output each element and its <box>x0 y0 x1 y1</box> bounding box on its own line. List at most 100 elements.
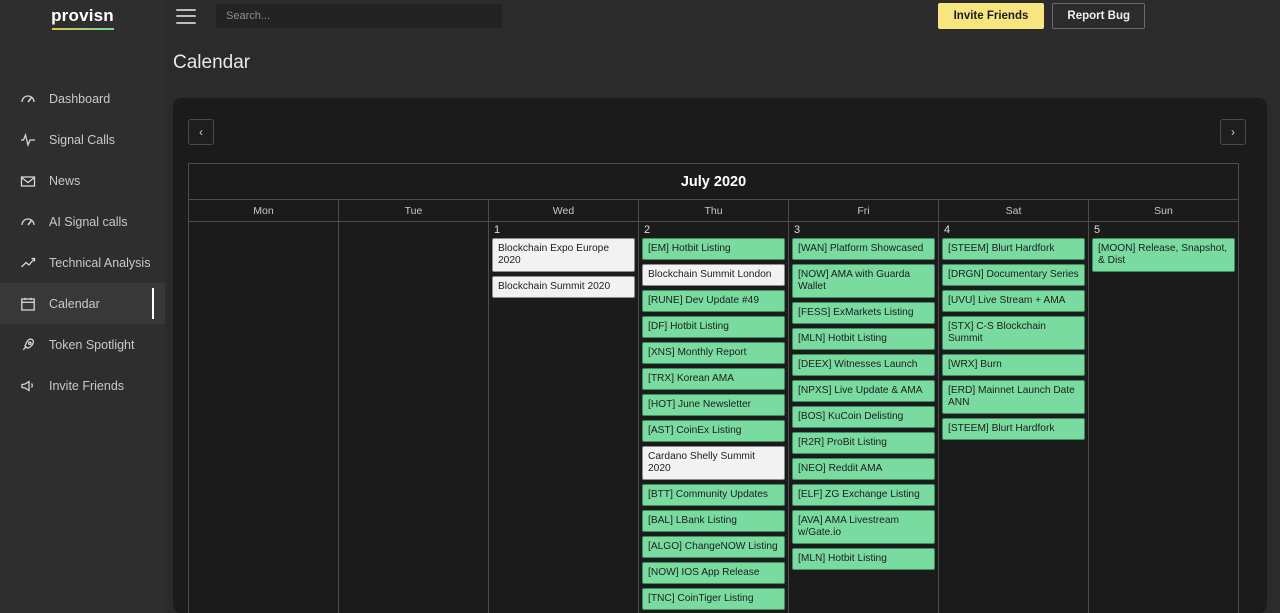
sidebar-item-technical-analysis[interactable]: Technical Analysis <box>0 242 165 283</box>
calendar-event[interactable]: [NOW] AMA with Guarda Wallet <box>792 264 935 298</box>
calendar-event[interactable]: [DRGN] Documentary Series <box>942 264 1085 286</box>
calendar-day-headers: Mon Tue Wed Thu Fri Sat Sun <box>189 200 1238 222</box>
sidebar-item-token-spotlight[interactable]: Token Spotlight <box>0 324 165 365</box>
sidebar-item-invite-friends[interactable]: Invite Friends <box>0 365 165 406</box>
megaphone-icon <box>20 378 36 394</box>
day-header-fri: Fri <box>789 200 939 221</box>
calendar-event[interactable]: [BTT] Community Updates <box>642 484 785 506</box>
calendar-event[interactable]: [UVU] Live Stream + AMA <box>942 290 1085 312</box>
invite-friends-button[interactable]: Invite Friends <box>937 3 1045 29</box>
calendar-event[interactable]: [BAL] LBank Listing <box>642 510 785 532</box>
calendar-day-cell[interactable]: 5 [MOON] Release, Snapshot, & Dist <box>1089 222 1238 613</box>
chart-line-icon <box>20 255 36 271</box>
calendar-event[interactable]: [ERD] Mainnet Launch Date ANN <box>942 380 1085 414</box>
calendar-event[interactable]: [AST] CoinEx Listing <box>642 420 785 442</box>
calendar-event[interactable]: [TRX] Korean AMA <box>642 368 785 390</box>
sidebar-nav: Dashboard Signal Calls News AI Signal calls… <box>0 78 165 406</box>
sidebar-item-label: Signal Calls <box>49 132 116 147</box>
day-number <box>191 222 336 238</box>
day-number: 4 <box>944 224 951 236</box>
calendar-event[interactable]: [TNC] CoinTiger Listing <box>642 588 785 610</box>
calendar-event[interactable]: [WAN] Platform Showcased <box>792 238 935 260</box>
day-header-thu: Thu <box>639 200 789 221</box>
sidebar: provisn Dashboard Signal Calls News AI Sign… <box>0 0 165 613</box>
calendar-event[interactable]: [STEEM] Blurt Hardfork <box>942 238 1085 260</box>
sidebar-item-label: Token Spotlight <box>49 337 135 352</box>
main-content: Invite Friends Report Bug Calendar ‹ › J… <box>165 0 1280 613</box>
calendar-event[interactable]: Blockchain Summit 2020 <box>492 276 635 298</box>
day-number: 1 <box>494 224 501 236</box>
sidebar-item-dashboard[interactable]: Dashboard <box>0 78 165 119</box>
calendar-event[interactable]: [MOON] Release, Snapshot, & Dist <box>1092 238 1235 272</box>
calendar-panel: ‹ › July 2020 Mon Tue Wed Thu Fri Sat Sun 1 Blo… <box>173 98 1267 613</box>
rocket-icon <box>20 337 36 353</box>
calendar-day-cell[interactable] <box>339 222 489 613</box>
sidebar-item-calendar[interactable]: Calendar <box>0 283 165 324</box>
calendar-event[interactable]: [WRX] Burn <box>942 354 1085 376</box>
report-bug-button[interactable]: Report Bug <box>1052 3 1145 29</box>
calendar-event[interactable]: [STX] C-S Blockchain Summit <box>942 316 1085 350</box>
calendar-day-cell[interactable]: 1 Blockchain Expo Europe 2020 Blockchain S… <box>489 222 639 613</box>
calendar-event[interactable]: [ALGO] ChangeNOW Listing <box>642 536 785 558</box>
calendar-day-cell[interactable]: 4 [STEEM] Blurt Hardfork [DRGN] Documentar… <box>939 222 1089 613</box>
app-root: provisn Dashboard Signal Calls News AI Sign… <box>0 0 1280 613</box>
calendar-event[interactable]: [DEEX] Witnesses Launch <box>792 354 935 376</box>
calendar-event[interactable]: [BOS] KuCoin Delisting <box>792 406 935 428</box>
gauge-icon <box>20 214 36 230</box>
page-title: Calendar <box>173 52 251 73</box>
day-number: 2 <box>644 224 651 236</box>
sidebar-item-label: News <box>49 173 81 188</box>
calendar-event[interactable]: [STEEM] Blurt Hardfork <box>942 418 1085 440</box>
calendar-event[interactable]: [EM] Hotbit Listing <box>642 238 785 260</box>
calendar-day-cell[interactable]: 3 [WAN] Platform Showcased [NOW] AMA with … <box>789 222 939 613</box>
calendar-grid: July 2020 Mon Tue Wed Thu Fri Sat Sun 1 Blockch… <box>188 163 1239 613</box>
day-header-tue: Tue <box>339 200 489 221</box>
sidebar-item-label: Invite Friends <box>49 378 125 393</box>
calendar-event[interactable]: [HOT] June Newsletter <box>642 394 785 416</box>
calendar-event[interactable]: [RUNE] Dev Update #49 <box>642 290 785 312</box>
calendar-event[interactable]: Blockchain Summit London <box>642 264 785 286</box>
calendar-body: 1 Blockchain Expo Europe 2020 Blockchain S… <box>189 222 1238 613</box>
sidebar-item-ai-signal-calls[interactable]: AI Signal calls <box>0 201 165 242</box>
top-actions: Invite Friends Report Bug <box>937 3 1145 29</box>
calendar-event[interactable]: [XNS] Monthly Report <box>642 342 785 364</box>
day-number <box>341 222 486 238</box>
topbar: Invite Friends Report Bug <box>165 0 1280 32</box>
calendar-event[interactable]: [NOW] IOS App Release <box>642 562 785 584</box>
calendar-icon <box>20 296 36 312</box>
sidebar-item-news[interactable]: News <box>0 160 165 201</box>
calendar-event[interactable]: [MLN] Hotbit Listing <box>792 328 935 350</box>
calendar-day-cell[interactable]: 2 [EM] Hotbit Listing Blockchain Summit Lo… <box>639 222 789 613</box>
brand-name: provisn <box>51 6 114 25</box>
brand-logo[interactable]: provisn <box>0 0 165 40</box>
calendar-event[interactable]: [NPXS] Live Update & AMA <box>792 380 935 402</box>
day-number: 5 <box>1094 224 1101 236</box>
sidebar-item-label: Dashboard <box>49 91 111 106</box>
calendar-event[interactable]: [ELF] ZG Exchange Listing <box>792 484 935 506</box>
gauge-icon <box>20 91 36 107</box>
day-number: 3 <box>794 224 801 236</box>
calendar-event[interactable]: [MLN] Hotbit Listing <box>792 548 935 570</box>
day-header-sat: Sat <box>939 200 1089 221</box>
day-header-mon: Mon <box>189 200 339 221</box>
calendar-day-cell[interactable] <box>189 222 339 613</box>
calendar-month-label: July 2020 <box>189 164 1238 200</box>
calendar-event[interactable]: [FESS] ExMarkets Listing <box>792 302 935 324</box>
calendar-event[interactable]: [AVA] AMA Livestream w/Gate.io <box>792 510 935 544</box>
calendar-event[interactable]: Cardano Shelly Summit 2020 <box>642 446 785 480</box>
brand-underline <box>51 28 114 30</box>
hamburger-icon[interactable] <box>176 8 196 24</box>
next-month-button[interactable]: › <box>1220 119 1246 145</box>
sidebar-item-signal-calls[interactable]: Signal Calls <box>0 119 165 160</box>
envelope-icon <box>20 173 36 189</box>
search-input[interactable] <box>216 4 502 28</box>
day-header-wed: Wed <box>489 200 639 221</box>
sidebar-item-label: Calendar <box>49 296 100 311</box>
prev-month-button[interactable]: ‹ <box>188 119 214 145</box>
pulse-icon <box>20 132 36 148</box>
sidebar-item-label: Technical Analysis <box>49 255 151 270</box>
calendar-event[interactable]: [DF] Hotbit Listing <box>642 316 785 338</box>
calendar-event[interactable]: [NEO] Reddit AMA <box>792 458 935 480</box>
calendar-event[interactable]: [R2R] ProBit Listing <box>792 432 935 454</box>
calendar-event[interactable]: Blockchain Expo Europe 2020 <box>492 238 635 272</box>
